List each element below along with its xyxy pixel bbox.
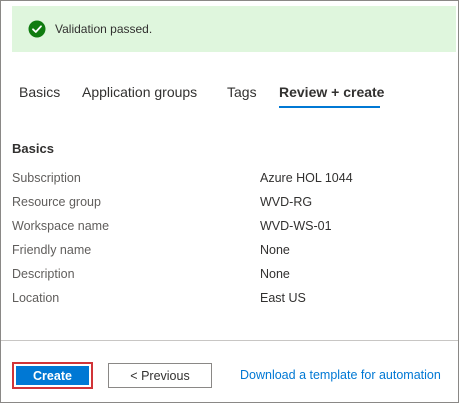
summary-value: East US (260, 291, 306, 305)
summary-row-subscription: Subscription Azure HOL 1044 (12, 171, 452, 195)
summary-label: Subscription (12, 171, 81, 185)
summary-row-location: Location East US (12, 291, 452, 315)
validation-message: Validation passed. (55, 22, 153, 36)
summary-value: WVD-WS-01 (260, 219, 332, 233)
create-button[interactable]: Create (16, 366, 89, 385)
tab-tags[interactable]: Tags (227, 84, 257, 100)
summary-value: Azure HOL 1044 (260, 171, 353, 185)
footer-divider (1, 340, 458, 341)
review-create-panel: Validation passed. Basics Application gr… (0, 0, 459, 403)
previous-button[interactable]: < Previous (108, 363, 212, 388)
selected-tab-indicator (279, 106, 380, 108)
tab-basics[interactable]: Basics (19, 84, 60, 100)
summary-value: None (260, 243, 290, 257)
summary-row-workspace-name: Workspace name WVD-WS-01 (12, 219, 452, 243)
summary-label: Workspace name (12, 219, 110, 233)
tab-application-groups[interactable]: Application groups (82, 84, 197, 100)
summary-label: Resource group (12, 195, 101, 209)
summary-row-description: Description None (12, 267, 452, 291)
summary-row-friendly-name: Friendly name None (12, 243, 452, 267)
summary-label: Friendly name (12, 243, 92, 257)
summary-list: Subscription Azure HOL 1044 Resource gro… (12, 171, 452, 315)
tab-review-create[interactable]: Review + create (279, 84, 384, 100)
summary-value: None (260, 267, 290, 281)
section-title: Basics (12, 141, 54, 156)
check-circle-icon (28, 20, 46, 38)
validation-banner: Validation passed. (12, 6, 456, 52)
tab-bar: Basics Application groups Tags Review + … (1, 79, 458, 109)
download-template-link[interactable]: Download a template for automation (240, 368, 441, 382)
summary-row-resource-group: Resource group WVD-RG (12, 195, 452, 219)
summary-label: Location (12, 291, 60, 305)
summary-value: WVD-RG (260, 195, 313, 209)
create-button-highlight: Create (12, 362, 93, 389)
summary-label: Description (12, 267, 75, 281)
